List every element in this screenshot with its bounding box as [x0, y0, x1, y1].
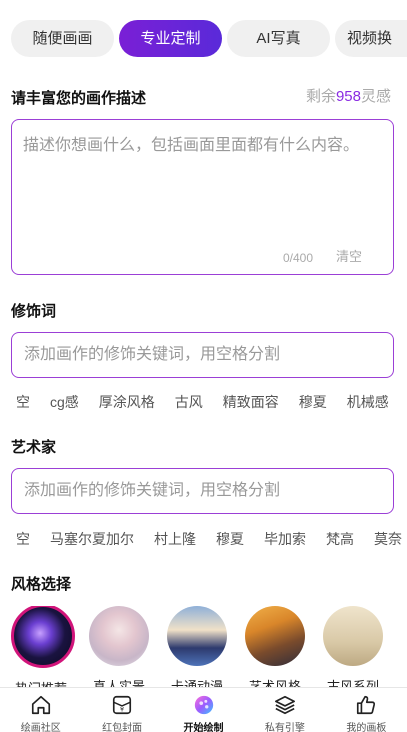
artist-chip[interactable]: 空 [16, 529, 30, 549]
style-item-anime[interactable]: 卡通动漫 [167, 606, 227, 688]
artist-chip[interactable]: 马塞尔夏加尔 [50, 529, 134, 549]
remaining-counter: 剩余958灵感 [305, 88, 391, 105]
artist-chips: 空马塞尔夏加尔 村上隆 穆夏 毕加索 梵高 莫奈 [16, 529, 407, 551]
mode-tabs: 随便画画 专业定制 AI写真 视频换 [11, 20, 407, 57]
modifier-chip[interactable]: 空 [16, 392, 30, 412]
style-list: 热门推荐 真人实景 卡通动漫 艺术风格 古风系列 [11, 606, 407, 688]
bottom-nav: 绘画社区 ¥ 红包封面 开始绘制 私有引擎 我的画板 [0, 687, 407, 732]
modifiers-title: 修饰词 [11, 303, 57, 320]
style-item-art[interactable]: 艺术风格 [245, 606, 305, 688]
modifier-chip[interactable]: 穆夏 [299, 392, 327, 412]
svg-text:¥: ¥ [120, 705, 124, 713]
artist-chip[interactable]: 梵高 [326, 529, 354, 549]
style-item-real[interactable]: 真人实景 [89, 606, 149, 688]
layers-icon [274, 695, 295, 715]
style-item-hot[interactable]: 热门推荐 [11, 606, 75, 688]
nav-community[interactable]: 绘画社区 [0, 688, 81, 732]
modifier-chip[interactable]: cg感 [50, 392, 79, 412]
description-title: 请丰富您的画作描述 [11, 90, 147, 107]
tab-ai-portrait[interactable]: AI写真 [227, 20, 330, 57]
tab-video-swap[interactable]: 视频换 [335, 20, 407, 57]
palette-icon [194, 695, 213, 715]
artist-chip[interactable]: 毕加索 [264, 529, 306, 549]
description-textarea[interactable]: 描述你想画什么，包括画面里面都有什么内容。 0/400 清空 [11, 119, 394, 275]
artists-title: 艺术家 [11, 439, 57, 456]
artist-chip[interactable]: 穆夏 [216, 529, 244, 549]
style-thumbnail [89, 606, 149, 666]
remaining-count: 958 [335, 88, 361, 105]
modifier-chip[interactable]: 精致面容 [223, 392, 279, 412]
tab-casual[interactable]: 随便画画 [11, 20, 114, 57]
style-thumbnail [11, 606, 75, 668]
tab-professional[interactable]: 专业定制 [119, 20, 222, 57]
description-placeholder: 描述你想画什么，包括画面里面都有什么内容。 [23, 137, 360, 154]
nav-private-engine[interactable]: 私有引擎 [244, 688, 325, 732]
clear-button[interactable]: 清空 [336, 246, 362, 265]
style-item-ancient[interactable]: 古风系列 [323, 606, 383, 688]
modifier-chip[interactable]: 机械感 [347, 392, 389, 412]
modifiers-input[interactable]: 添加画作的修饰关键词，用空格分割 [11, 332, 394, 378]
nav-red-envelope[interactable]: ¥ 红包封面 [81, 688, 162, 732]
artists-input[interactable]: 添加画作的修饰关键词，用空格分割 [11, 468, 394, 514]
style-thumbnail [245, 606, 305, 666]
nav-my-board[interactable]: 我的画板 [326, 688, 407, 732]
style-thumbnail [323, 606, 383, 666]
home-icon [31, 695, 50, 715]
nav-start-drawing[interactable]: 开始绘制 [163, 688, 244, 732]
modifier-chip[interactable]: 厚涂风格 [99, 392, 155, 412]
red-envelope-icon: ¥ [113, 695, 132, 715]
artist-chip[interactable]: 村上隆 [154, 529, 196, 549]
styles-title: 风格选择 [11, 576, 72, 593]
char-count: 0/400 [282, 251, 313, 265]
artist-chip[interactable]: 莫奈 [374, 529, 402, 549]
modifier-chips: 空 cg感 厚涂风格 古风 精致面容 穆夏 机械感 [16, 392, 407, 414]
style-thumbnail [167, 606, 227, 666]
thumbs-up-icon [357, 695, 376, 715]
modifier-chip[interactable]: 古风 [175, 392, 203, 412]
